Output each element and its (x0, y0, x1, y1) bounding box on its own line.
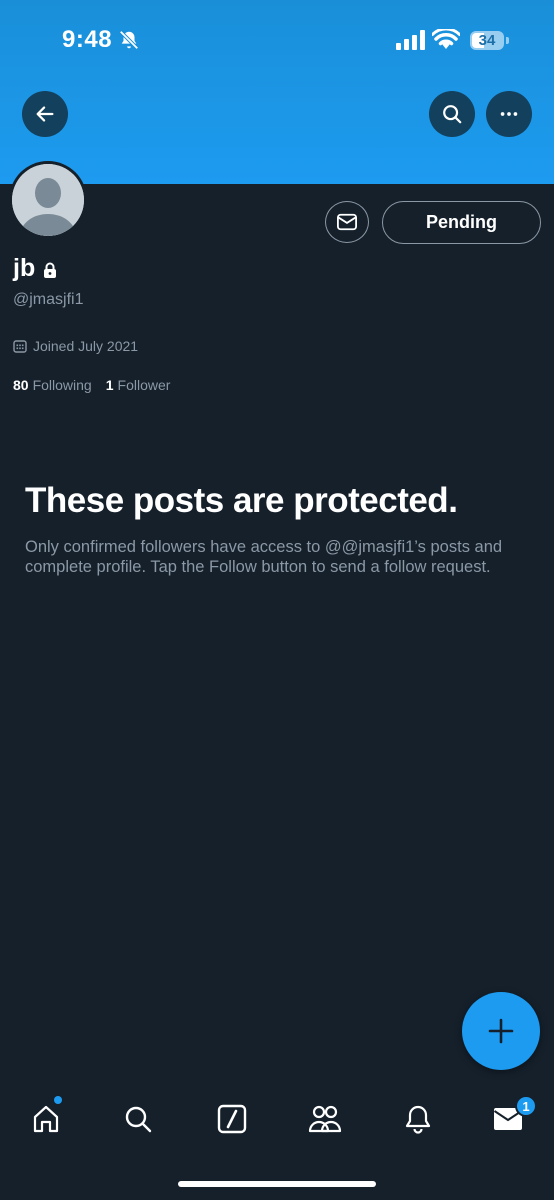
tab-communities[interactable] (305, 1099, 345, 1139)
follow-stats: 80 Following 1 Follower (13, 377, 170, 393)
followers-link[interactable]: 1 Follower (106, 377, 171, 393)
following-count: 80 (13, 377, 29, 393)
joined-label: Joined July 2021 (33, 338, 139, 354)
following-label: Following (32, 377, 92, 393)
battery-icon: 34 (470, 31, 504, 50)
lock-icon (44, 262, 57, 278)
bottom-tab-bar (0, 1085, 554, 1155)
plus-icon (488, 1018, 514, 1044)
more-button[interactable] (486, 91, 532, 137)
wifi-icon (432, 29, 460, 49)
home-unread-dot (54, 1096, 62, 1104)
profile-name-row: jb (13, 254, 57, 283)
mail-icon (337, 213, 357, 231)
search-icon (443, 105, 462, 124)
compose-button[interactable] (462, 992, 540, 1070)
status-bar: 9:48 34 (0, 0, 554, 80)
message-button[interactable] (325, 201, 369, 243)
messages-badge: 1 (515, 1095, 537, 1117)
joined-date: Joined July 2021 (13, 338, 138, 354)
tab-notifications[interactable] (398, 1099, 438, 1139)
home-indicator (178, 1181, 376, 1187)
tab-search[interactable] (118, 1099, 158, 1139)
profile-name: jb (13, 254, 36, 282)
signal-icon (396, 30, 425, 50)
followers-label: Follower (117, 377, 171, 393)
status-time: 9:48 (62, 26, 113, 53)
arrow-left-icon (36, 106, 54, 122)
tab-grok[interactable] (212, 1099, 252, 1139)
following-link[interactable]: 80 Following (13, 377, 92, 393)
tab-home[interactable] (26, 1099, 66, 1139)
profile-handle: @jmasjfi1 (13, 291, 84, 308)
search-icon (125, 1106, 152, 1133)
search-button[interactable] (429, 91, 475, 137)
default-avatar-icon (12, 164, 84, 236)
avatar[interactable] (9, 161, 87, 239)
protected-body: Only confirmed followers have access to … (25, 538, 503, 576)
battery-tip (506, 37, 509, 44)
calendar-icon (13, 340, 27, 353)
communities-icon (308, 1105, 342, 1133)
pending-button[interactable]: Pending (382, 201, 541, 244)
ellipsis-icon (500, 112, 518, 116)
battery-level: 34 (478, 32, 496, 49)
grok-icon (217, 1104, 247, 1134)
followers-count: 1 (105, 377, 114, 393)
bell-icon (405, 1105, 431, 1134)
home-icon (33, 1105, 59, 1133)
back-button[interactable] (22, 91, 68, 137)
protected-title: These posts are protected. (25, 481, 458, 520)
bell-slash-icon (119, 30, 139, 50)
